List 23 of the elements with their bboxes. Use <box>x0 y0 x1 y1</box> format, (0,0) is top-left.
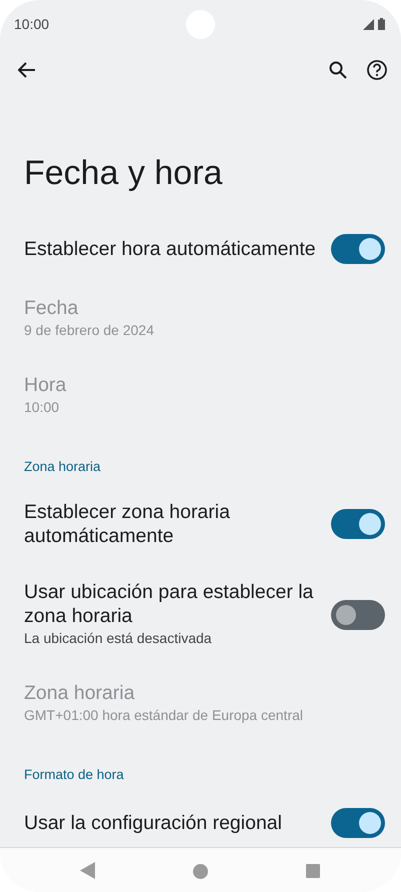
setting-summary: La ubicación está desactivada <box>24 629 213 648</box>
toggle-switch[interactable] <box>331 600 385 630</box>
back-nav-icon[interactable] <box>80 862 95 879</box>
battery-icon <box>378 18 385 30</box>
back-icon[interactable] <box>18 62 36 78</box>
toggle-switch[interactable] <box>331 808 385 838</box>
setting-title[interactable]: Usar la configuración regional <box>24 811 317 835</box>
section-header: Formato de hora <box>24 766 124 784</box>
setting-summary: GMT+01:00 hora estándar de Europa central <box>24 706 304 725</box>
setting-title[interactable]: Establecer zona horaria automáticamente <box>24 500 317 548</box>
toggle-switch[interactable] <box>331 509 385 539</box>
help-icon[interactable] <box>367 60 387 80</box>
signal-icon <box>363 18 374 30</box>
status-time: 10:00 <box>14 16 50 32</box>
setting-title[interactable]: Establecer hora automáticamente <box>24 237 317 261</box>
toggle-switch[interactable] <box>331 234 385 264</box>
search-icon[interactable] <box>329 61 347 79</box>
section-header: Zona horaria <box>24 458 101 476</box>
setting-summary: 10:00 <box>24 398 60 417</box>
page-title: Fecha y hora <box>23 153 224 194</box>
setting-title[interactable]: Usar ubicación para establecer la zona horaria <box>24 580 317 628</box>
setting-summary: 9 de febrero de 2024 <box>24 321 155 340</box>
home-nav-icon[interactable] <box>193 864 208 879</box>
